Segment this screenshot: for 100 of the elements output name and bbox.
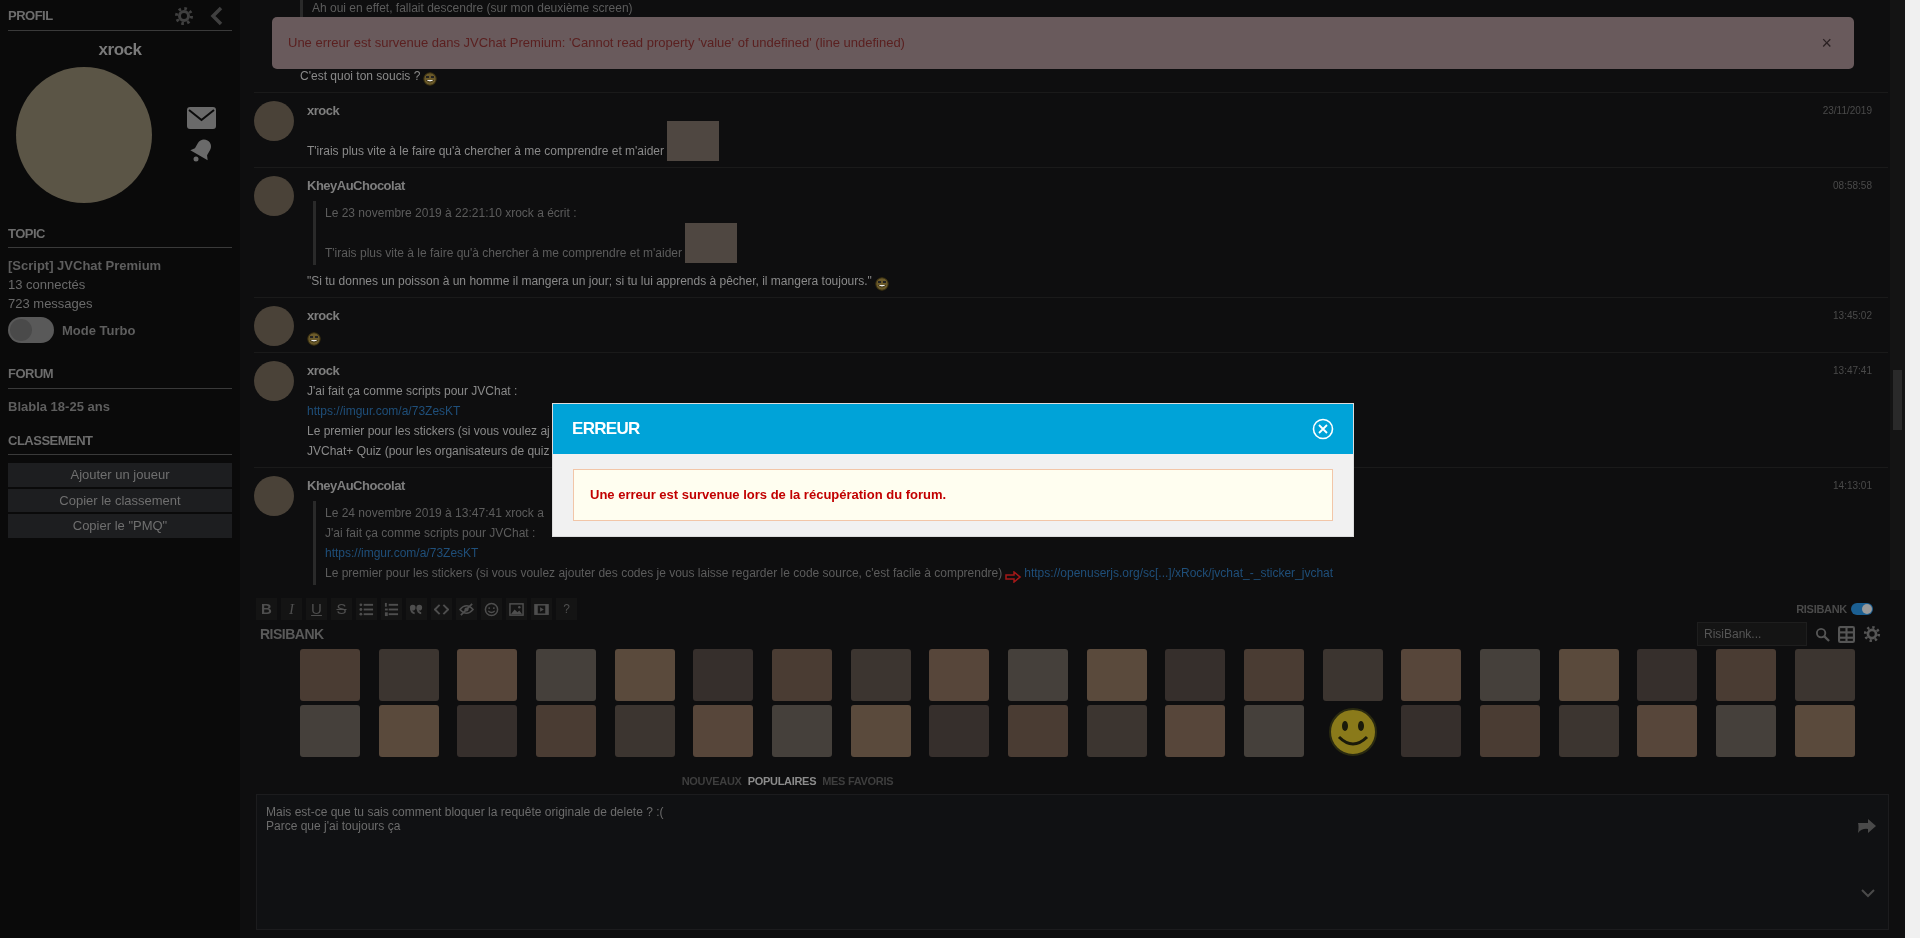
grid-icon[interactable] (1838, 625, 1855, 643)
sticker-photo[interactable] (1086, 705, 1147, 757)
italic-button[interactable]: I (281, 598, 302, 620)
sticker-photo[interactable] (850, 649, 911, 701)
scrollbar[interactable] (1905, 0, 1920, 938)
video-button[interactable] (531, 598, 552, 620)
sticker-photo[interactable] (1637, 649, 1698, 701)
sticker-photo[interactable] (1558, 705, 1619, 757)
sticker-photo[interactable] (1794, 705, 1855, 757)
settings-icon[interactable] (174, 6, 194, 26)
sticker-photo[interactable] (1716, 705, 1777, 757)
message-author[interactable]: xrock (307, 101, 340, 121)
message-text: C'est quoi ton soucis ? (300, 68, 421, 85)
arrow-icon (1005, 571, 1022, 583)
sticker-photo[interactable] (693, 649, 754, 701)
topic-title[interactable]: [Script] JVChat Premium (8, 256, 232, 275)
message-author[interactable]: KheyAuChocolat (307, 175, 405, 195)
sticker-photo[interactable] (457, 649, 518, 701)
send-icon[interactable] (1857, 817, 1877, 834)
quote-header: Le 23 novembre 2019 à 22:21:10 xrock a écrit : (325, 205, 578, 222)
emoji-icon (874, 277, 889, 291)
forum-name[interactable]: Blabla 18-25 ans (8, 396, 232, 416)
avatar-photo (254, 306, 294, 346)
sticker-photo[interactable] (1244, 705, 1305, 757)
sticker-photo[interactable] (1480, 705, 1541, 757)
sticker-photo[interactable] (536, 649, 596, 701)
numbered-list-button[interactable] (381, 598, 402, 620)
ranking-button[interactable]: Copier le "PMQ" (8, 514, 232, 538)
sticker-photo[interactable] (1716, 649, 1777, 701)
sticker-photo[interactable] (1008, 705, 1069, 757)
sticker-photo[interactable] (536, 705, 596, 757)
sticker-tab[interactable]: POPULAIRES (744, 773, 820, 790)
underline-button[interactable]: U (306, 598, 327, 620)
quote-button[interactable] (406, 598, 427, 620)
back-chevron-icon[interactable] (210, 6, 224, 26)
message-author[interactable]: xrock (307, 306, 340, 326)
toggle-switch[interactable] (1851, 603, 1873, 615)
connected-count: 13 connectés (8, 276, 87, 294)
message-time: 23/11/2019 (1822, 104, 1872, 119)
sticker-photo[interactable] (929, 649, 990, 701)
sticker-photo[interactable] (614, 649, 675, 701)
link[interactable]: https://imgur.com/a/73ZesKT (325, 543, 479, 563)
code-button[interactable] (431, 598, 452, 620)
error-message: Une erreur est survenue lors de la récupération du forum. (573, 469, 1333, 521)
spoiler-button[interactable] (456, 598, 477, 620)
sticker-photo[interactable] (378, 649, 439, 701)
sticker-photo[interactable] (1637, 705, 1698, 757)
avatar-photo (254, 475, 294, 516)
message-text: "Si tu donnes un poisson à un homme il mangera un jour; si tu lui apprends à pêcher, il mangera toujours." (307, 273, 872, 290)
sticker-photo[interactable] (300, 705, 360, 757)
emoji-button[interactable] (481, 598, 502, 620)
sticker-photo[interactable] (457, 705, 518, 757)
sticker-photo[interactable] (1008, 649, 1069, 701)
mail-icon[interactable] (187, 106, 216, 129)
ranking-button[interactable]: Copier le classement (8, 488, 232, 512)
strikethrough-button[interactable]: S (331, 598, 352, 620)
emoji-icon (307, 331, 321, 346)
sticker-photo[interactable] (772, 649, 833, 701)
message-author[interactable]: KheyAuChocolat (307, 475, 405, 495)
help-button[interactable]: ? (556, 598, 577, 620)
chevron-down-icon[interactable] (1861, 887, 1875, 898)
sticker-photo (685, 223, 738, 263)
sticker-photo[interactable] (300, 649, 360, 701)
bold-button[interactable]: B (256, 598, 277, 620)
sticker-photo[interactable] (693, 705, 754, 757)
settings-icon[interactable] (1863, 625, 1881, 643)
sticker-photo[interactable] (1480, 649, 1541, 701)
scrollbar[interactable] (1890, 0, 1905, 590)
sticker-photo (667, 120, 720, 161)
message-text: T'irais plus vite à le faire qu'à chercher à me comprendre et m'aider (307, 142, 665, 160)
sticker-photo[interactable] (1401, 649, 1462, 701)
image-button[interactable] (506, 598, 527, 620)
sticker-photo[interactable] (1086, 649, 1147, 701)
sticker-photo[interactable] (1165, 705, 1226, 757)
sticker-photo[interactable] (1244, 649, 1305, 701)
smiley-icon[interactable] (1327, 707, 1378, 757)
message-input[interactable]: Mais est-ce que tu sais comment bloquer la requête originale de delete ? :( Parce que j'ai toujours ça (256, 793, 1889, 930)
sticker-photo[interactable] (378, 705, 439, 757)
toggle-label: Mode Turbo (62, 321, 136, 340)
link[interactable]: https://imgur.com/a/73ZesKT (307, 400, 461, 421)
sticker-photo[interactable] (1322, 649, 1383, 701)
message-text: JVChat+ Quiz (pour les organisateurs de quiz (307, 442, 550, 460)
toggle-switch[interactable] (8, 317, 54, 343)
quote-header: Le 24 novembre 2019 à 13:47:41 xrock a (325, 505, 545, 522)
message-author[interactable]: xrock (307, 361, 340, 381)
link[interactable]: https://openuserjs.org/sc[...]/xRock/jvchat_-_sticker_jvchat (1024, 563, 1334, 583)
sticker-photo[interactable] (1558, 649, 1619, 701)
bulleted-list-button[interactable] (356, 598, 377, 620)
close-button[interactable]: × (1815, 28, 1838, 58)
sticker-photo[interactable] (1401, 705, 1462, 757)
ranking-button[interactable]: Ajouter un joueur (8, 463, 232, 487)
sticker-photo[interactable] (850, 705, 911, 757)
sticker-photo[interactable] (1165, 649, 1226, 701)
close-icon[interactable] (1312, 418, 1334, 440)
search-field[interactable]: RisiBank... (1697, 622, 1807, 646)
sticker-photo[interactable] (929, 705, 990, 757)
sticker-photo[interactable] (1794, 649, 1855, 701)
search-icon[interactable] (1815, 626, 1830, 642)
sticker-photo[interactable] (614, 705, 675, 757)
sticker-photo[interactable] (772, 705, 833, 757)
